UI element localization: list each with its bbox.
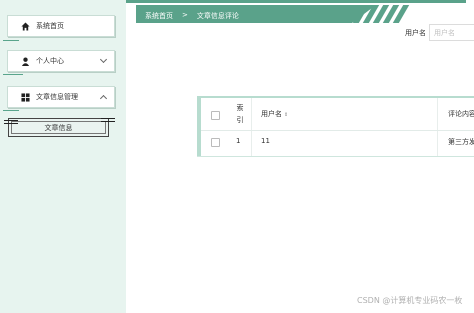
breadcrumb-separator: > bbox=[182, 11, 188, 19]
column-header-username[interactable]: 用户名 ⇕ bbox=[261, 109, 288, 119]
cell-index: 1 bbox=[236, 137, 241, 145]
sidebar-item-home[interactable]: 系统首页 bbox=[7, 15, 115, 37]
decor-line bbox=[3, 40, 19, 41]
resize-handle-left bbox=[4, 119, 18, 125]
chevron-down-icon bbox=[99, 55, 108, 64]
header: 系统首页 > 文章信息评论 bbox=[126, 0, 474, 28]
sidebar-subitem-article-info[interactable]: 文章信息 bbox=[8, 118, 109, 137]
sort-icon[interactable]: ⇕ bbox=[284, 112, 288, 118]
data-table: 索 引 用户名 ⇕ 评论内容 1 11 第三方发 bbox=[197, 96, 474, 157]
sidebar-item-label: 文章信息管理 bbox=[36, 93, 78, 101]
cell-comment: 第三方发 bbox=[448, 138, 474, 146]
decor-line bbox=[3, 74, 23, 75]
search-input[interactable] bbox=[429, 24, 474, 41]
sidebar-item-label: 个人中心 bbox=[36, 57, 64, 65]
sidebar-item-article-management[interactable]: 文章信息管理 bbox=[7, 86, 115, 108]
breadcrumb-home[interactable]: 系统首页 bbox=[145, 11, 173, 21]
row-checkbox[interactable] bbox=[211, 138, 220, 147]
column-header-comment: 评论内容 bbox=[448, 110, 474, 118]
watermark: CSDN @计算机专业码农一枚 bbox=[357, 296, 463, 305]
sidebar-item-profile[interactable]: 个人中心 bbox=[7, 50, 115, 72]
breadcrumb: 系统首页 > 文章信息评论 bbox=[145, 11, 239, 21]
sidebar: 系统首页 个人中心 文章信息管理 文章信息 bbox=[0, 0, 126, 313]
column-header-index: 索 引 bbox=[236, 104, 244, 124]
sidebar-subitem-label: 文章信息 bbox=[44, 123, 73, 132]
home-icon bbox=[21, 21, 30, 31]
chevron-up-icon bbox=[99, 94, 108, 103]
decor-line bbox=[3, 110, 19, 111]
sidebar-item-label: 系统首页 bbox=[36, 22, 64, 30]
breadcrumb-current: 文章信息评论 bbox=[196, 12, 239, 20]
select-all-checkbox[interactable] bbox=[211, 111, 220, 120]
user-icon bbox=[21, 57, 30, 66]
search-label: 用户名 bbox=[405, 29, 426, 37]
cell-username: 11 bbox=[261, 137, 270, 145]
resize-handle-right bbox=[101, 117, 115, 123]
grid-icon bbox=[21, 92, 30, 102]
